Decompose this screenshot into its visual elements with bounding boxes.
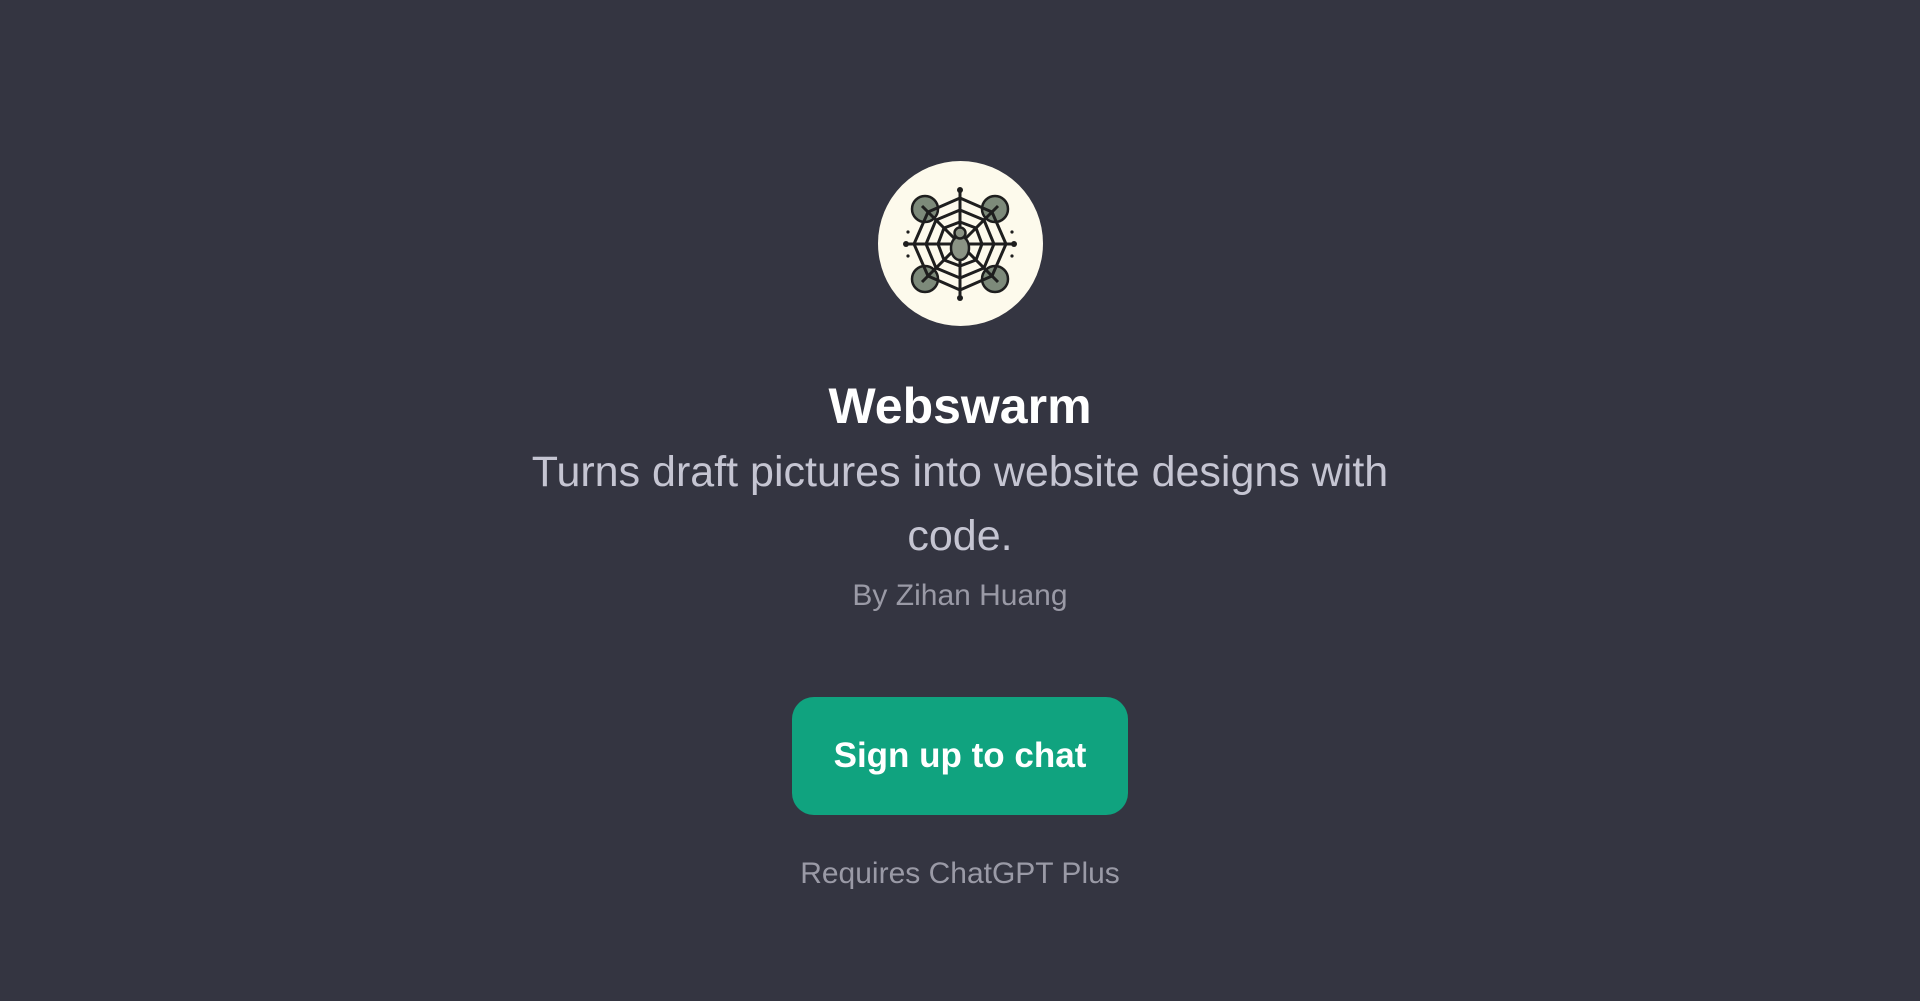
gpt-landing-page: Webswarm Turns draft pictures into websi… bbox=[0, 0, 1920, 1001]
requirement-note: Requires ChatGPT Plus bbox=[800, 857, 1120, 890]
gpt-author: By Zihan Huang bbox=[852, 579, 1068, 612]
gpt-title: Webswarm bbox=[828, 378, 1092, 434]
sign-up-to-chat-button[interactable]: Sign up to chat bbox=[792, 697, 1128, 815]
gpt-description: Turns draft pictures into website design… bbox=[531, 448, 1389, 560]
spider-web-icon bbox=[903, 186, 1017, 301]
gpt-avatar bbox=[877, 161, 1043, 326]
